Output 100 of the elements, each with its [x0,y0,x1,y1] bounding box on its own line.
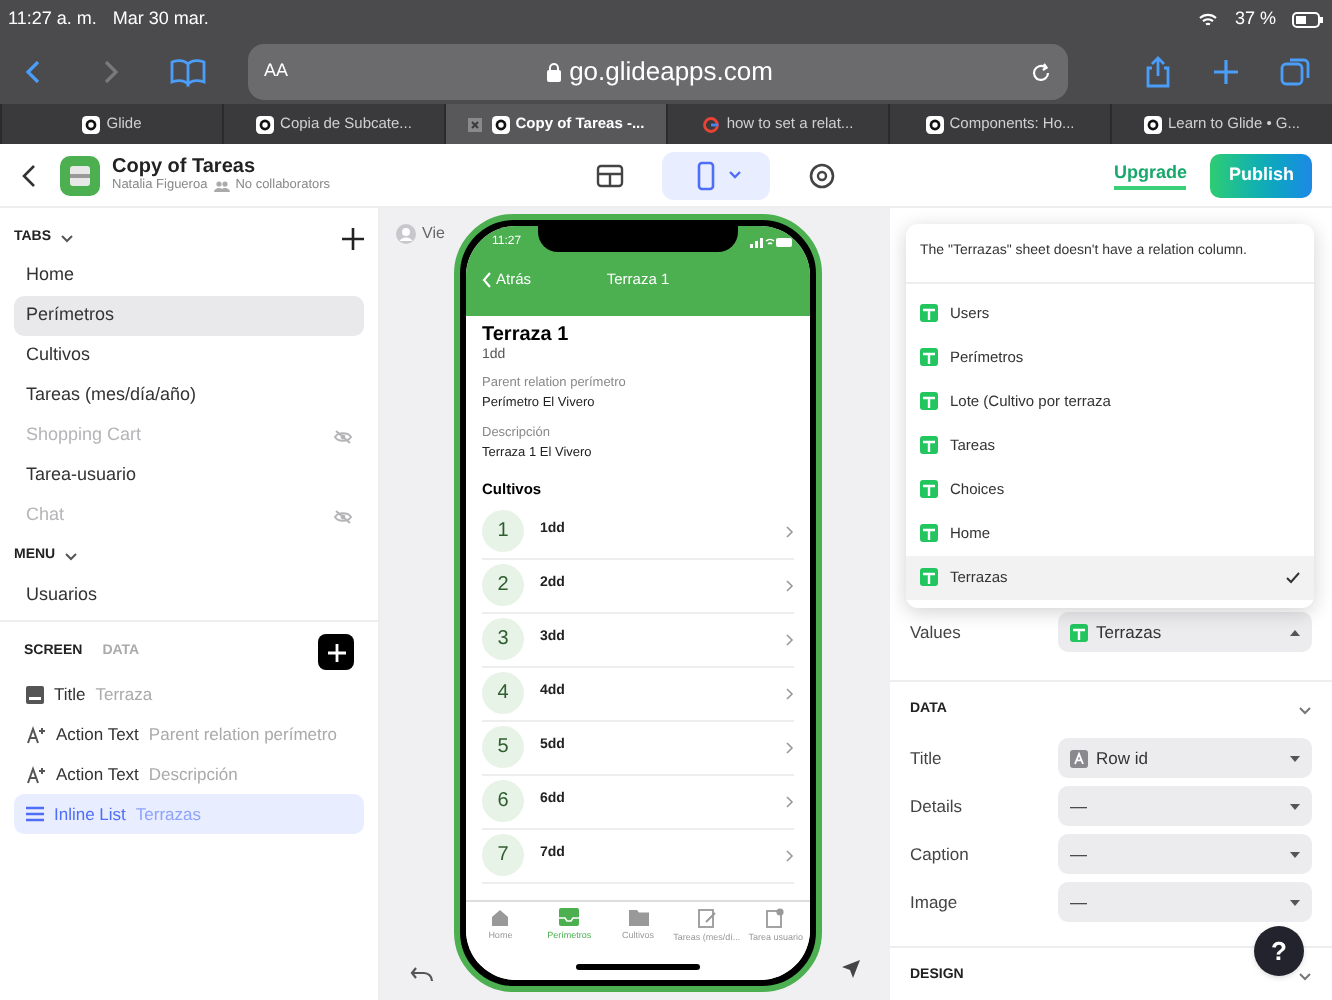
settings-icon [806,159,839,191]
chevron-down-icon [59,233,74,243]
new-tab-icon[interactable] [1212,58,1240,86]
number-badge: 5 [482,726,524,769]
component-source: Parent relation perímetro [148,721,337,747]
number-badge: 4 [482,672,524,715]
view-mode-button[interactable] [662,151,771,199]
chevron-right-icon [786,849,794,862]
sheet-icon [920,392,938,410]
clock-time: 11:27 a. m. [8,6,97,33]
eye-off-icon [334,429,352,443]
field-label: Values [910,619,963,645]
component-source: Terrazas [135,801,202,827]
eye-off-icon [334,509,352,523]
folder-icon [627,908,650,926]
sheet-icon [920,348,938,366]
reload-icon [1030,61,1053,83]
number-badge: 2 [482,564,524,607]
close-icon [467,117,482,131]
book-icon[interactable] [168,56,208,88]
column-dropdown[interactable]: — [1058,882,1312,922]
user-avatar-icon [396,224,416,244]
url-text: go.glideapps.com [569,54,773,91]
number-badge: 7 [482,834,524,877]
table-icon [594,159,627,191]
field-label: Title [910,745,944,771]
list-icon [26,806,44,822]
caret-up-icon [1290,629,1300,635]
field-label: Image [910,889,960,915]
inbox-icon [558,908,581,926]
chevron-down-icon [1298,971,1312,981]
back-icon [482,272,492,288]
sheet-icon [920,568,938,586]
column-dropdown[interactable]: — [1058,786,1312,826]
sheet-icon [920,480,938,498]
add-icon [327,643,345,661]
title-component-icon [26,685,44,703]
chevron-right-icon [786,795,794,808]
number-badge: 6 [482,780,524,823]
cursor-icon[interactable] [840,958,862,980]
chevron-right-icon [786,687,794,700]
chevron-right-icon [786,741,794,754]
battery-percent: 37 % [1234,6,1276,33]
date-text: Mar 30 mar. [112,6,209,33]
chevron-right-icon [786,633,794,646]
battery-icon [1292,12,1324,28]
component-name: Action Text [56,761,139,787]
field-label: Details [910,793,964,819]
field-label: Caption [910,841,971,867]
caret-down-icon [1290,755,1300,761]
caret-down-icon [1290,803,1300,809]
component-name: Inline List [54,801,126,827]
text-column-icon [1070,749,1088,767]
checkmark-icon [1286,571,1300,583]
caret-down-icon [1290,851,1300,857]
app-icon [60,155,100,195]
tabs-overview-icon[interactable] [1280,56,1312,88]
reader-button[interactable]: AA [264,58,289,86]
chevron-down-icon [1298,705,1312,715]
sheet-icon [1070,623,1088,641]
signal-icon [750,236,794,248]
text-style-icon [26,765,46,783]
help-button[interactable]: ? [1254,926,1304,976]
component-source: Descripción [148,761,238,787]
sheet-icon [920,524,938,542]
add-component-button[interactable] [318,634,354,670]
lock-icon [545,62,562,82]
clipboard-icon [697,908,716,928]
number-badge: 1 [482,510,524,553]
component-row[interactable]: Inline List Terrazas [14,794,364,834]
sidebar-item[interactable]: Perímetros [14,296,364,336]
component-row[interactable]: Action Text Descripción [14,754,364,794]
people-icon [213,179,230,192]
chevron-right-icon [786,525,794,538]
share-icon[interactable] [1144,56,1172,88]
component-name: Title [54,681,86,707]
detail-heading: Terraza 1 [482,324,571,347]
undo-icon[interactable] [410,966,434,984]
component-row[interactable]: Title Terraza [14,674,364,714]
column-dropdown[interactable]: Row id [1058,738,1312,778]
wifi-icon [1198,12,1219,28]
app-title: Copy of Tareas [112,156,256,179]
column-dropdown[interactable]: — [1058,834,1312,874]
component-source: Terraza [95,681,153,707]
values-dropdown[interactable]: Terrazas [1058,612,1312,652]
chevron-down-icon [728,170,743,180]
sheet-icon [920,304,938,322]
add-icon[interactable] [342,227,364,249]
number-badge: 3 [482,618,524,661]
component-row[interactable]: Action Text Parent relation perímetro [14,714,364,754]
component-name: Action Text [56,721,139,747]
back-icon[interactable] [20,163,40,187]
viewer-label: Vie [422,222,445,246]
chevron-down-icon [63,551,78,561]
home-icon [490,908,511,926]
chevron-right-icon [786,579,794,592]
address-bar[interactable]: AA go.glideapps.com [248,44,1068,100]
caret-down-icon [1290,899,1300,905]
sheet-icon [920,436,938,454]
text-style-icon [26,725,46,743]
